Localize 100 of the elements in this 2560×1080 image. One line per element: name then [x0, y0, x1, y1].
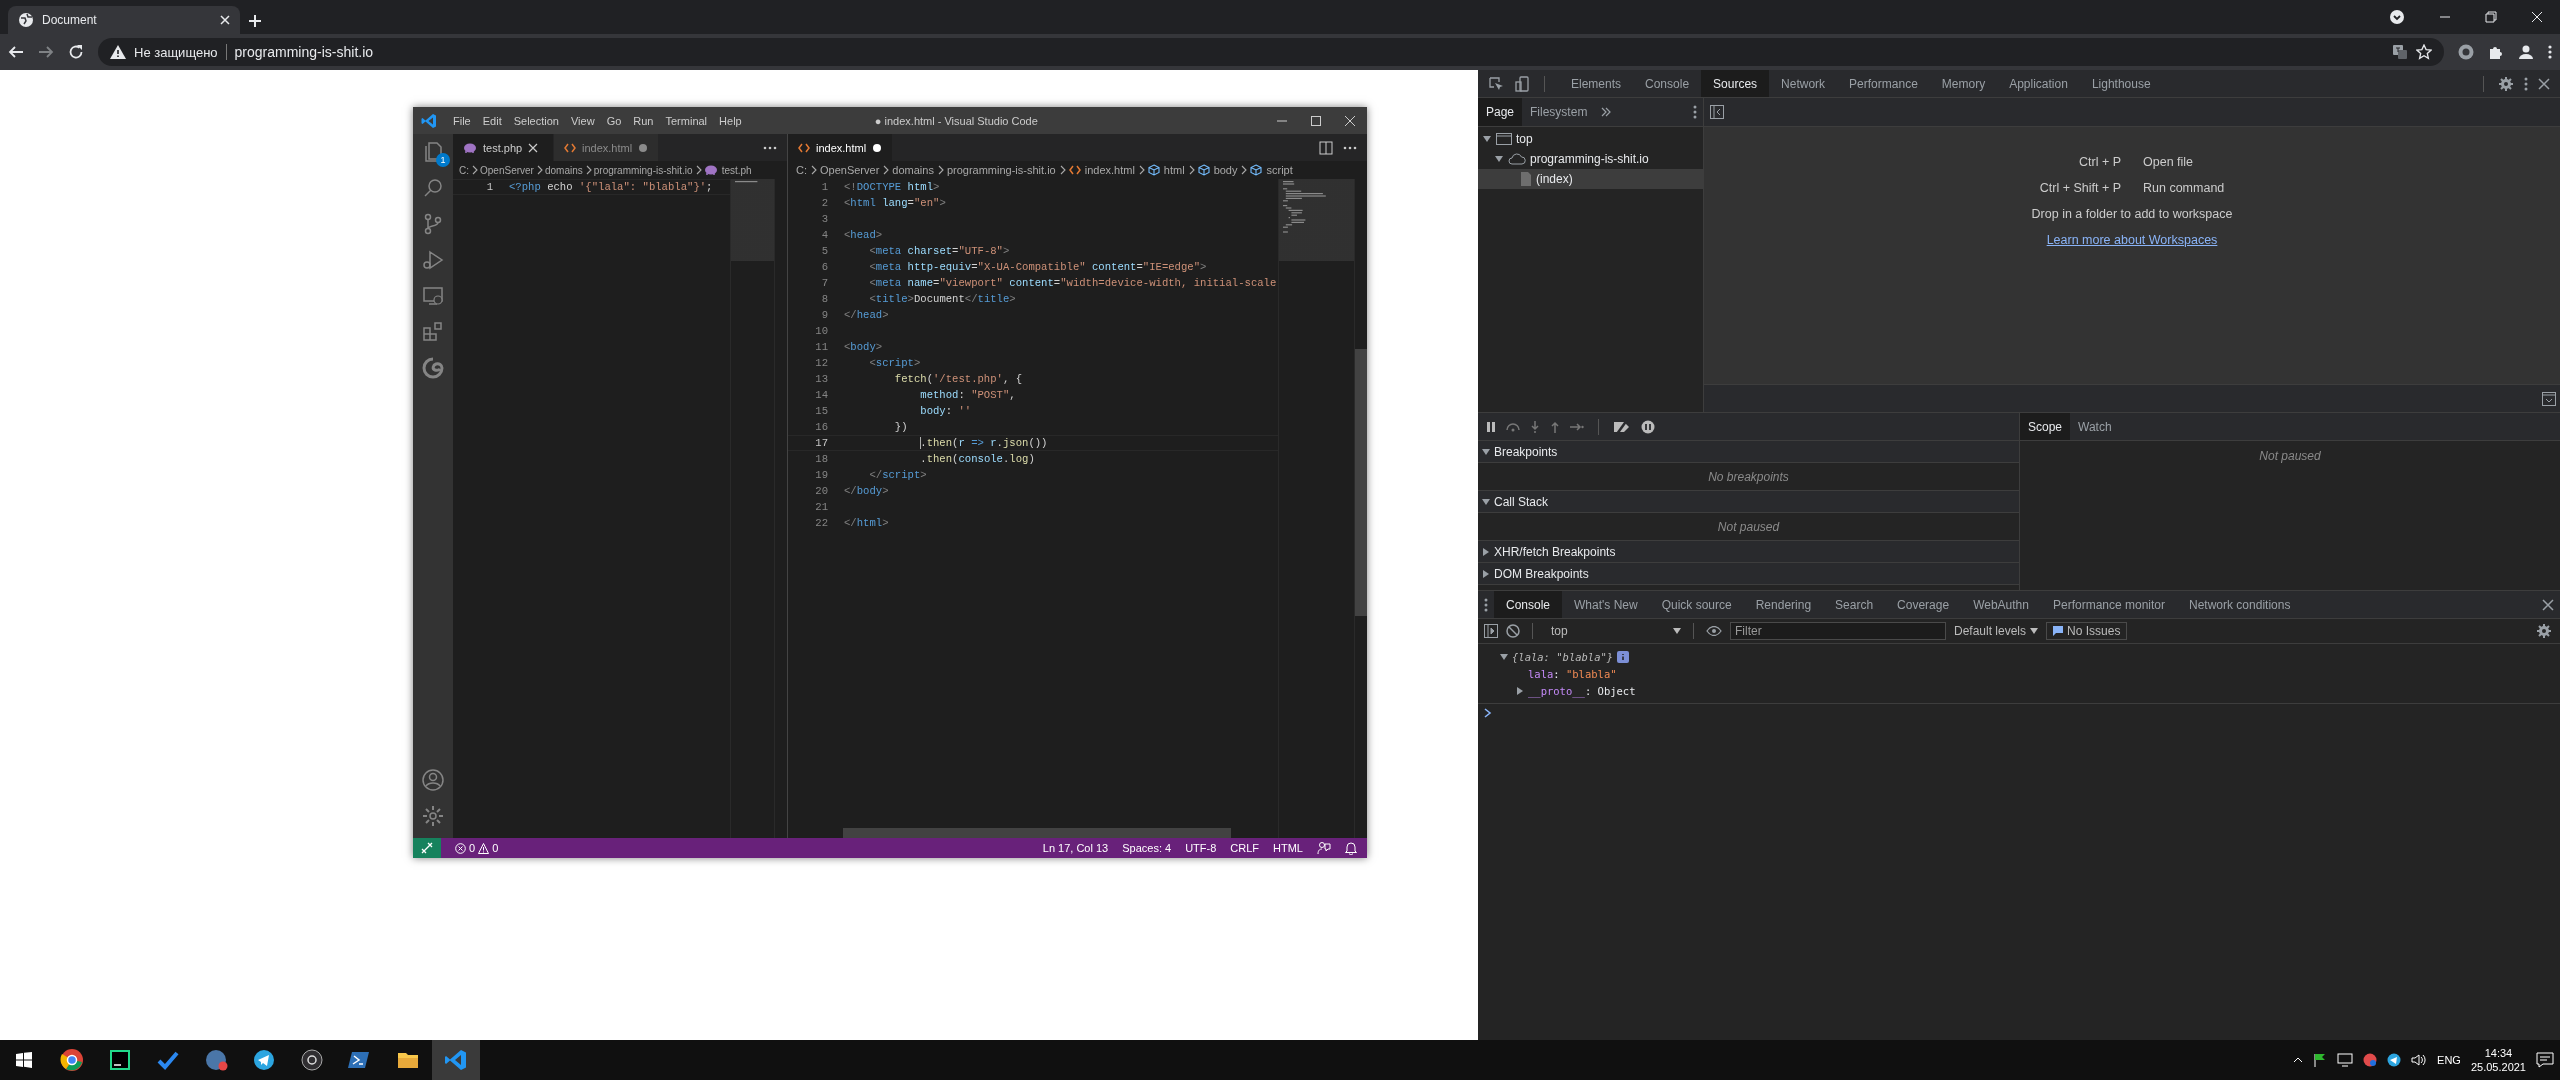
- menu-item[interactable]: Run: [627, 114, 660, 127]
- record-disc-icon[interactable]: [300, 1048, 324, 1072]
- browser-swirl-icon[interactable]: [421, 356, 445, 380]
- expanded-triangle-icon[interactable]: [1500, 652, 1508, 661]
- pane-header[interactable]: DOM Breakpoints: [1478, 563, 2019, 585]
- drawer-tab[interactable]: Coverage: [1885, 591, 1962, 618]
- pane-header[interactable]: Call Stack: [1478, 491, 2019, 513]
- drawer-tab[interactable]: Console: [1494, 591, 1563, 618]
- menu-item[interactable]: View: [564, 114, 601, 127]
- object-property[interactable]: __proto__: Object: [1528, 684, 1636, 697]
- close-icon[interactable]: [2542, 598, 2554, 611]
- address-bar[interactable]: Не защищено programming-is-shit.io: [98, 38, 2444, 66]
- editor-tab[interactable]: test.php: [453, 134, 554, 161]
- breadcrumb-item[interactable]: domains: [892, 164, 934, 176]
- pause-icon[interactable]: [1486, 421, 1496, 432]
- menu-item[interactable]: Edit: [476, 114, 508, 127]
- collapsed-triangle-icon[interactable]: [1516, 686, 1524, 695]
- step-over-icon[interactable]: [1506, 421, 1520, 432]
- unsaved-dot-icon[interactable]: [638, 142, 649, 153]
- reload-icon[interactable]: [68, 44, 84, 60]
- drawer-tab[interactable]: Quick source: [1649, 591, 1744, 618]
- settings-icon[interactable]: [2498, 75, 2514, 92]
- maximize-icon[interactable]: [1311, 115, 1321, 126]
- panel-tab[interactable]: Network: [1769, 70, 1838, 97]
- status-item[interactable]: CRLF: [1230, 842, 1260, 854]
- clear-console-icon[interactable]: [1506, 624, 1520, 638]
- bell-icon[interactable]: [1345, 841, 1357, 855]
- code-editor-icon[interactable]: [444, 1048, 468, 1072]
- filter-field[interactable]: Filter: [1730, 622, 1946, 640]
- close-icon[interactable]: [1345, 115, 1355, 126]
- drawer-tab[interactable]: WebAuthn: [1961, 591, 2041, 618]
- menu-item[interactable]: Go: [600, 114, 628, 127]
- back-arrow-icon[interactable]: [8, 44, 24, 60]
- drawer-tab[interactable]: Network conditions: [2177, 591, 2303, 618]
- more-icon[interactable]: [1343, 145, 1357, 150]
- sidebar-tab[interactable]: Watch: [2070, 413, 2120, 440]
- language-indicator[interactable]: ENG: [2437, 1054, 2461, 1066]
- breadcrumb-item[interactable]: body: [1213, 164, 1238, 176]
- collapsed-triangle-icon[interactable]: [1482, 547, 1490, 556]
- workspaces-link[interactable]: Learn more about Workspaces: [2046, 233, 2218, 247]
- sidebar-tab[interactable]: Scope: [2020, 413, 2071, 440]
- star-icon[interactable]: [2416, 44, 2432, 60]
- drawer-tab[interactable]: Rendering: [1743, 591, 1824, 618]
- expanded-triangle-icon[interactable]: [1483, 135, 1491, 143]
- paper-plane-icon[interactable]: [252, 1048, 276, 1072]
- object-property[interactable]: lala: "blabla": [1528, 667, 1617, 680]
- drawer-tab[interactable]: What's New: [1562, 591, 1650, 618]
- panel-tab[interactable]: Application: [1997, 70, 2080, 97]
- browser-tab[interactable]: Document: [8, 6, 240, 34]
- breadcrumb-item[interactable]: html: [1163, 164, 1185, 176]
- notification-icon[interactable]: [2536, 1052, 2554, 1068]
- extensions-icon[interactable]: [421, 320, 445, 344]
- menu-item[interactable]: Help: [713, 114, 748, 127]
- start-icon[interactable]: [16, 1052, 32, 1068]
- breadcrumb-item[interactable]: domains: [544, 164, 583, 176]
- panel-tab[interactable]: Sources: [1701, 70, 1770, 97]
- info-icon[interactable]: [1617, 650, 1630, 663]
- step-into-icon[interactable]: [1530, 420, 1540, 433]
- remote-monitor-icon[interactable]: [421, 284, 445, 308]
- scrollbar-thumb[interactable]: [843, 828, 1231, 838]
- breadcrumb-item[interactable]: C:: [796, 164, 807, 176]
- flag-icon[interactable]: [2313, 1053, 2328, 1067]
- panel-tab[interactable]: Console: [1633, 70, 1702, 97]
- drawer-tab[interactable]: Search: [1823, 591, 1886, 618]
- context-dropdown[interactable]: top: [1545, 624, 1681, 638]
- chrome-like-icon[interactable]: [60, 1048, 84, 1072]
- panel-tab[interactable]: Memory: [1929, 70, 1998, 97]
- status-item[interactable]: Spaces: 4: [1122, 842, 1172, 854]
- navigator-tab[interactable]: Page: [1478, 98, 1523, 126]
- shield-icon[interactable]: [2363, 1053, 2378, 1067]
- panel-tab[interactable]: Performance: [1837, 70, 1930, 97]
- settings-icon[interactable]: [421, 804, 445, 828]
- more-vertical-icon[interactable]: [1484, 597, 1488, 612]
- ide-icon[interactable]: [108, 1048, 132, 1072]
- more-vertical-icon[interactable]: [1693, 105, 1697, 119]
- puzzle-icon[interactable]: [2488, 44, 2504, 60]
- device-toolbar-icon[interactable]: [1514, 75, 1530, 92]
- unsaved-dot-icon[interactable]: [872, 142, 883, 153]
- error-count[interactable]: 0: [469, 842, 476, 854]
- expanded-triangle-icon[interactable]: [1495, 155, 1503, 163]
- tree-item[interactable]: top: [1478, 129, 1703, 149]
- toggle-sidebar-icon[interactable]: [1484, 624, 1498, 638]
- expanded-triangle-icon[interactable]: [1482, 447, 1490, 456]
- menu-item[interactable]: Terminal: [659, 114, 714, 127]
- tree-item[interactable]: (index): [1478, 169, 1703, 189]
- navigator-tab[interactable]: Filesystem: [1522, 98, 1596, 126]
- speaker-icon[interactable]: [2411, 1053, 2428, 1067]
- levels-dropdown[interactable]: Default levels: [1954, 624, 2039, 638]
- tree-item[interactable]: programming-is-shit.io: [1478, 149, 1703, 169]
- paper-plane-icon[interactable]: [2387, 1053, 2402, 1067]
- object-preview[interactable]: {lala: "blabla"}: [1512, 650, 1614, 663]
- editor-tab[interactable]: index.html: [554, 134, 660, 161]
- translate-icon[interactable]: [2392, 44, 2408, 60]
- drawer-tab[interactable]: Performance monitor: [2040, 591, 2177, 618]
- menu-item[interactable]: File: [447, 114, 477, 127]
- panel-tab[interactable]: Elements: [1559, 70, 1634, 97]
- feedback-icon[interactable]: [1317, 841, 1331, 855]
- speech-circle-icon[interactable]: [204, 1048, 228, 1072]
- more-icon[interactable]: [763, 145, 777, 150]
- status-item[interactable]: Ln 17, Col 13: [1042, 842, 1109, 854]
